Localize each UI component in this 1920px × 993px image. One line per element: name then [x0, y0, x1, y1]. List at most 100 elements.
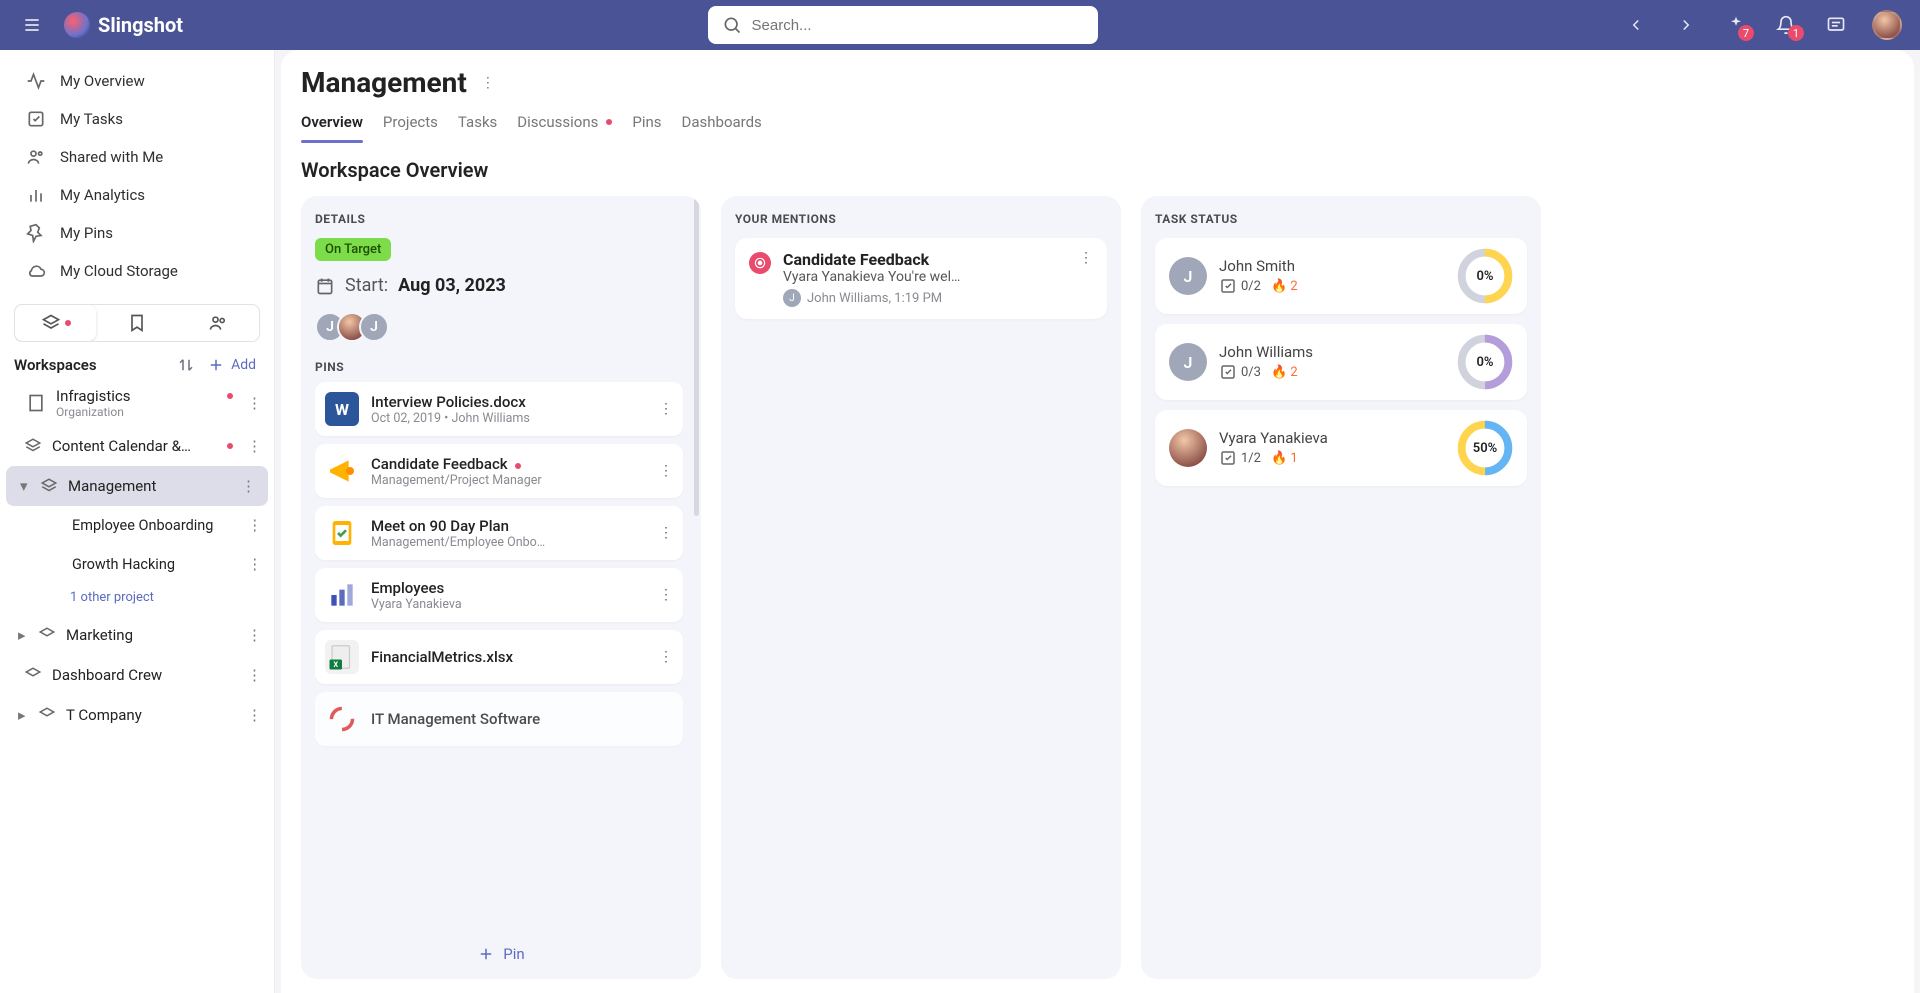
pin-list: W Interview Policies.docxOct 02, 2019 • … — [315, 382, 687, 935]
other-projects-link[interactable]: 1 other project — [0, 584, 274, 615]
tab-pins[interactable]: Pins — [632, 105, 661, 143]
mention-title: Candidate Feedback — [783, 250, 1067, 269]
nav-back-button[interactable] — [1622, 11, 1650, 39]
tab-discussions[interactable]: Discussions — [517, 105, 612, 143]
view-tab-layers[interactable] — [15, 305, 96, 341]
more-icon[interactable]: ⋮ — [659, 649, 673, 665]
nav-forward-button[interactable] — [1672, 11, 1700, 39]
layers-icon — [41, 313, 61, 333]
more-icon[interactable]: ⋮ — [243, 702, 266, 728]
mention-subtitle: Vyara Yanakieva You're wel… — [783, 269, 1067, 285]
more-icon[interactable]: ⋮ — [659, 587, 673, 603]
tree-org[interactable]: Infragistics Organization ⋮ — [0, 380, 274, 426]
sidebar-item-label: My Cloud Storage — [60, 262, 178, 280]
page-tabs: Overview Projects Tasks Discussions Pins… — [295, 105, 1900, 144]
unread-dot — [227, 443, 233, 449]
sidebar-item-tasks[interactable]: My Tasks — [0, 100, 274, 138]
brand-logo — [64, 12, 90, 38]
task-status-panel: TASK STATUS J John Smith 0/2 🔥 2 0 — [1141, 196, 1541, 979]
chevron-right-icon[interactable]: ▸ — [18, 706, 28, 724]
task-status-row[interactable]: Vyara Yanakieva 1/2 🔥 1 50% — [1155, 410, 1527, 486]
sidebar-item-pins[interactable]: My Pins — [0, 214, 274, 252]
pin-item[interactable]: X FinancialMetrics.xlsx ⋮ — [315, 630, 683, 684]
sparkle-badge: 7 — [1738, 25, 1754, 41]
tree-item-growth-hacking[interactable]: Growth Hacking ⋮ — [0, 545, 274, 584]
sidebar-item-analytics[interactable]: My Analytics — [0, 176, 274, 214]
user-avatar[interactable] — [1872, 10, 1902, 40]
sort-icon[interactable] — [177, 356, 195, 374]
sidebar-item-overview[interactable]: My Overview — [0, 62, 274, 100]
more-icon[interactable]: ⋮ — [659, 525, 673, 541]
calendar-icon — [315, 276, 335, 296]
more-icon[interactable]: ⋮ — [237, 473, 260, 499]
search-box[interactable] — [708, 6, 1098, 44]
layers-icon — [24, 437, 42, 455]
status-pill[interactable]: On Target — [315, 238, 391, 261]
tree-item-content-calendar[interactable]: Content Calendar &… ⋮ — [0, 426, 274, 466]
member-avatars[interactable]: J J — [315, 312, 687, 342]
task-status-row[interactable]: J John Williams 0/3 🔥 2 0% — [1155, 324, 1527, 400]
more-icon[interactable]: ⋮ — [243, 433, 266, 459]
progress-donut: 0% — [1457, 334, 1513, 390]
user-name: Vyara Yanakieva — [1219, 429, 1445, 447]
more-icon[interactable]: ⋮ — [1079, 250, 1093, 266]
more-icon[interactable]: ⋮ — [243, 622, 266, 648]
more-icon[interactable]: ⋮ — [243, 662, 266, 688]
chat-button[interactable] — [1822, 11, 1850, 39]
activity-icon — [26, 71, 46, 91]
fire-count: 🔥 2 — [1271, 279, 1298, 294]
progress-donut: 0% — [1457, 248, 1513, 304]
sparkle-button[interactable]: 7 — [1722, 11, 1750, 39]
avatar: J — [1169, 343, 1207, 381]
more-icon[interactable]: ⋮ — [243, 390, 266, 416]
search-input[interactable] — [752, 17, 1084, 34]
mentions-head: YOUR MENTIONS — [735, 212, 1107, 226]
more-icon[interactable]: ⋮ — [244, 513, 267, 538]
page-more-button[interactable]: ⋮ — [481, 75, 495, 91]
chevron-right-icon[interactable]: ▸ — [18, 626, 28, 644]
tree-item-management[interactable]: ▾ Management ⋮ — [6, 466, 268, 506]
sidebar-item-shared[interactable]: Shared with Me — [0, 138, 274, 176]
chevron-down-icon[interactable]: ▾ — [20, 477, 30, 495]
pin-item[interactable]: EmployeesVyara Yanakieva ⋮ — [315, 568, 683, 622]
user-name: John Smith — [1219, 257, 1445, 275]
tree-item-marketing[interactable]: ▸ Marketing ⋮ — [0, 615, 274, 655]
tab-projects[interactable]: Projects — [383, 105, 438, 143]
pin-item[interactable]: Meet on 90 Day PlanManagement/Employee O… — [315, 506, 683, 560]
view-tab-people[interactable] — [178, 305, 259, 341]
mention-item[interactable]: Candidate Feedback Vyara Yanakieva You'r… — [735, 238, 1107, 319]
users-icon — [26, 147, 46, 167]
notifications-button[interactable]: 1 — [1772, 11, 1800, 39]
search-icon — [722, 15, 742, 35]
add-pin-button[interactable]: Pin — [315, 935, 687, 963]
tree-item-t-company[interactable]: ▸ T Company ⋮ — [0, 695, 274, 735]
tab-tasks[interactable]: Tasks — [458, 105, 497, 143]
hamburger-menu[interactable] — [18, 11, 46, 39]
tab-dashboards[interactable]: Dashboards — [682, 105, 762, 143]
sidebar-item-cloud[interactable]: My Cloud Storage — [0, 252, 274, 290]
tasks-count: 0/2 — [1219, 277, 1261, 295]
more-icon[interactable]: ⋮ — [659, 463, 673, 479]
tree-item-dashboard-crew[interactable]: Dashboard Crew ⋮ — [0, 655, 274, 695]
task-status-row[interactable]: J John Smith 0/2 🔥 2 0% — [1155, 238, 1527, 314]
plus-icon — [207, 356, 225, 374]
add-workspace-button[interactable]: Add — [207, 356, 256, 374]
tab-overview[interactable]: Overview — [301, 105, 363, 143]
pin-item[interactable]: IT Management Software — [315, 692, 683, 746]
pin-item[interactable]: W Interview Policies.docxOct 02, 2019 • … — [315, 382, 683, 436]
topbar: Slingshot 7 1 — [0, 0, 1920, 50]
view-tab-bookmark[interactable] — [96, 305, 177, 341]
sidebar-item-label: My Analytics — [60, 186, 145, 204]
details-panel: DETAILS On Target Start: Aug 03, 2023 J … — [301, 196, 701, 979]
more-icon[interactable]: ⋮ — [244, 552, 267, 577]
scrollbar[interactable] — [694, 196, 699, 516]
layers-icon — [38, 706, 56, 724]
sidebar-item-label: My Tasks — [60, 110, 123, 128]
brand[interactable]: Slingshot — [64, 12, 183, 38]
tree-item-employee-onboarding[interactable]: Employee Onboarding ⋮ — [0, 506, 274, 545]
bar-chart-icon — [325, 578, 359, 612]
pin-item[interactable]: Candidate Feedback Management/Project Ma… — [315, 444, 683, 498]
notifications-badge: 1 — [1788, 25, 1804, 41]
more-icon[interactable]: ⋮ — [659, 401, 673, 417]
megaphone-icon — [325, 454, 359, 488]
